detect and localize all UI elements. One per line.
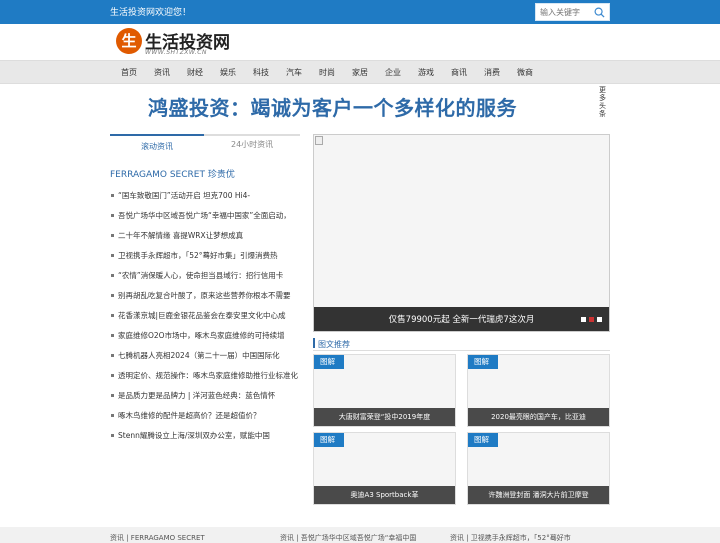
bullet — [111, 354, 114, 357]
list-item[interactable]: 透明定价、规范操作：啄木鸟家庭维修助推行业标准化 — [110, 370, 300, 384]
nav-item-consumer[interactable]: 消费 — [484, 67, 500, 78]
nav-item-tech[interactable]: 科技 — [253, 67, 269, 78]
list-item[interactable]: “农情”消保暖人心，使命担当县域行：招行信用卡 — [110, 270, 300, 284]
list-item[interactable]: 二十年不解情缘 喜提WRX让梦想成真 — [110, 230, 300, 244]
bullet — [111, 414, 114, 417]
nav-item-fashion[interactable]: 时尚 — [319, 67, 335, 78]
card-caption[interactable]: 奥迪A3 Sportback革 — [314, 490, 455, 500]
bullet — [111, 214, 114, 217]
nav-item-entertainment[interactable]: 娱乐 — [220, 67, 236, 78]
card-badge: 图解 — [314, 433, 344, 447]
search-box[interactable] — [535, 3, 610, 21]
bullet — [111, 254, 114, 257]
pic-recommend-title: 图文推荐 — [318, 340, 350, 349]
list-item[interactable]: 家庭维修O2O市场中，啄木鸟家庭维修的可持续增 — [110, 330, 300, 344]
slider-dot[interactable] — [597, 317, 602, 322]
pic-card[interactable]: 图解 2020最亮眼的国产车，比亚迪 — [467, 354, 610, 427]
nav-item-finance[interactable]: 财经 — [187, 67, 203, 78]
tab-rolling-news[interactable]: 滚动资讯 — [110, 134, 204, 152]
pic-card[interactable]: 图解 许魏洲登封面 潘洞大片前卫摩登 — [467, 432, 610, 505]
list-item[interactable]: 花香漾京城|巨鹿金银花品鉴会在泰安里文化中心成 — [110, 310, 300, 324]
list-item[interactable]: 七腾机器人亮相2024（第二十一届）中国国际化 — [110, 350, 300, 364]
list-item[interactable]: 是品质力更是品牌力 | 洋河蓝色经典：蓝色情怀 — [110, 390, 300, 404]
bullet — [111, 394, 114, 397]
slider-dots — [581, 317, 603, 322]
bottom-news-strip: 资讯 | FERRAGAMO SECRET 资讯 | 吾悦广场华中区域吾悦广场“… — [0, 527, 720, 543]
nav-item-enterprise[interactable]: 企业 — [385, 67, 401, 78]
section-marker — [313, 338, 315, 348]
nav-item-business[interactable]: 商讯 — [451, 67, 467, 78]
bullet — [111, 234, 114, 237]
slider-dot-active[interactable] — [589, 317, 594, 322]
header — [0, 24, 720, 60]
main-nav: 首页 资讯 财经 娱乐 科技 汽车 时尚 家居 企业 游戏 商讯 消费 微商 — [0, 60, 720, 84]
image-slider[interactable]: 仅售79900元起 全新一代瑞虎7这次月 — [313, 134, 610, 332]
bullet — [111, 374, 114, 377]
search-icon[interactable] — [594, 7, 605, 18]
tab-24h-news[interactable]: 24小时资讯 — [231, 139, 273, 150]
headline[interactable]: 鸿盛投资：竭诚为客户一个多样化的服务 — [148, 92, 517, 121]
nav-item-wechat-business[interactable]: 微商 — [517, 67, 533, 78]
list-item[interactable]: 啄木鸟维修的配件是超高价？还是超值价？ — [110, 410, 300, 424]
card-caption[interactable]: 大唐财富荣登“投中2019年度 — [314, 412, 455, 422]
nav-item-home-living[interactable]: 家居 — [352, 67, 368, 78]
list-item[interactable]: Stenn耀腾设立上海/深圳双办公室，赋能中国 — [110, 430, 300, 444]
pic-recommend-header: 图文推荐 — [313, 337, 610, 351]
list-item[interactable]: 卫视携手永辉超市，「52°蓦好市集」引爆消费热 — [110, 250, 300, 264]
bullet — [111, 434, 114, 437]
list-item[interactable]: “国车致敬国门”活动开启 坦克700 Hi4- — [110, 190, 300, 204]
more-headlines-link[interactable]: 更多头条 — [599, 86, 609, 118]
broken-image-icon — [315, 136, 323, 145]
top-bar: 生活投资网欢迎您！ — [0, 0, 720, 24]
card-badge: 图解 — [468, 355, 498, 369]
bullet — [111, 314, 114, 317]
list-item[interactable]: 别再胡乱吃复合叶酸了，原来这些营养你根本不需要 — [110, 290, 300, 304]
card-badge: 图解 — [468, 433, 498, 447]
card-caption[interactable]: 许魏洲登封面 潘洞大片前卫摩登 — [468, 490, 609, 500]
bottom-news-item[interactable]: 资讯 | 卫视携手永辉超市，「52°蓦好市 — [450, 533, 571, 543]
bullet — [111, 294, 114, 297]
nav-item-home[interactable]: 首页 — [121, 67, 137, 78]
logo-url: WWW.SHTZXW.CN — [145, 49, 207, 56]
bottom-news-item[interactable]: 资讯 | 吾悦广场华中区域吾悦广场“幸福中国 — [280, 533, 416, 543]
bullet — [111, 274, 114, 277]
card-caption[interactable]: 2020最亮眼的国产车，比亚迪 — [468, 412, 609, 422]
pic-card[interactable]: 图解 大唐财富荣登“投中2019年度 — [313, 354, 456, 427]
news-tabs: 滚动资讯 24小时资讯 — [110, 134, 300, 152]
card-badge: 图解 — [314, 355, 344, 369]
bullet — [111, 334, 114, 337]
site-logo[interactable]: 生 生活投资网 WWW.SHTZXW.CN — [116, 28, 230, 58]
nav-item-games[interactable]: 游戏 — [418, 67, 434, 78]
nav-item-auto[interactable]: 汽车 — [286, 67, 302, 78]
feature-news-title[interactable]: FERRAGAMO SECRET 珍贵优 — [110, 167, 235, 180]
slider-dot[interactable] — [581, 317, 586, 322]
pic-card[interactable]: 图解 奥迪A3 Sportback革 — [313, 432, 456, 505]
search-input[interactable] — [540, 6, 592, 19]
logo-mark: 生 — [116, 28, 142, 54]
bullet — [111, 194, 114, 197]
slider-caption[interactable]: 仅售79900元起 全新一代瑞虎7这次月 — [314, 313, 609, 325]
list-item[interactable]: 吾悦广场华中区域吾悦广场“幸福中国家”全面启动， — [110, 210, 300, 224]
nav-item-news[interactable]: 资讯 — [154, 67, 170, 78]
bottom-news-item[interactable]: 资讯 | FERRAGAMO SECRET — [110, 533, 205, 543]
welcome-text: 生活投资网欢迎您！ — [110, 8, 192, 18]
